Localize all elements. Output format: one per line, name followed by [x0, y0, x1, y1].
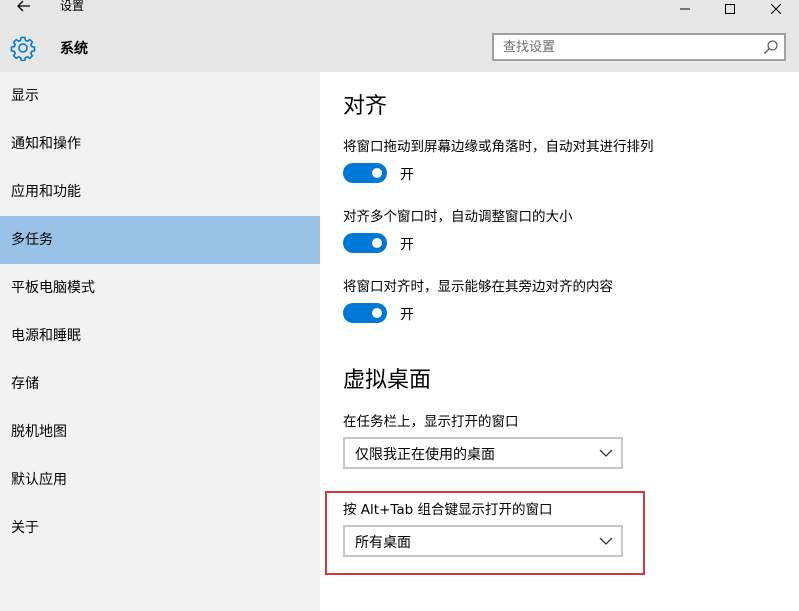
close-icon: [771, 3, 781, 14]
snap-setting-label: 将窗口拖动到屏幕边缘或角落时，自动对其进行排列: [343, 139, 654, 155]
chevron-down-icon: [599, 449, 613, 457]
sidebar-item-offline-maps[interactable]: 脱机地图: [0, 408, 320, 456]
sidebar-item-about[interactable]: 关于: [0, 504, 320, 552]
toggle-state-label: 开: [400, 237, 414, 253]
page-title: 系统: [60, 41, 88, 57]
snap-setting-label: 对齐多个窗口时，自动调整窗口的大小: [343, 209, 573, 225]
sidebar-item-default-apps[interactable]: 默认应用: [0, 456, 320, 504]
highlight-box: [325, 491, 645, 575]
taskbar-windows-dropdown[interactable]: 仅限我正在使用的桌面: [343, 437, 623, 469]
gear-icon: [10, 36, 36, 61]
minimize-icon: [680, 8, 690, 9]
search-icon[interactable]: [763, 39, 779, 55]
arrow-left-icon: [17, 0, 30, 12]
dropdown-value: 仅限我正在使用的桌面: [355, 447, 495, 463]
search-box[interactable]: [492, 33, 786, 61]
sidebar-item-notifications[interactable]: 通知和操作: [0, 120, 320, 168]
snap-arrange-toggle[interactable]: [343, 163, 387, 183]
snap-heading: 对齐: [343, 94, 388, 119]
snap-setting-label: 将窗口对齐时，显示能够在其旁边对齐的内容: [343, 279, 613, 295]
toggle-state-label: 开: [400, 307, 414, 323]
page-header: 系统: [0, 17, 799, 72]
snap-assist-toggle[interactable]: [343, 303, 387, 323]
maximize-icon: [725, 3, 735, 14]
maximize-button[interactable]: [707, 0, 753, 17]
sidebar: 显示 通知和操作 应用和功能 多任务 平板电脑模式 电源和睡眠 存储 脱机地图 …: [0, 72, 320, 611]
minimize-button[interactable]: [662, 0, 708, 17]
sidebar-item-display[interactable]: 显示: [0, 72, 320, 120]
close-button[interactable]: [753, 0, 799, 17]
window-title: 设置: [60, 0, 85, 13]
sidebar-item-apps[interactable]: 应用和功能: [0, 168, 320, 216]
search-input[interactable]: [494, 35, 765, 59]
sidebar-item-power-sleep[interactable]: 电源和睡眠: [0, 312, 320, 360]
snap-resize-toggle[interactable]: [343, 233, 387, 253]
back-button[interactable]: [10, 0, 38, 16]
sidebar-item-tablet-mode[interactable]: 平板电脑模式: [0, 264, 320, 312]
toggle-state-label: 开: [400, 167, 414, 183]
virtual-desktops-heading: 虚拟桌面: [343, 368, 432, 393]
taskbar-windows-label: 在任务栏上，显示打开的窗口: [343, 414, 519, 430]
sidebar-item-multitasking[interactable]: 多任务: [0, 216, 320, 264]
title-bar: 设置: [0, 0, 799, 17]
sidebar-item-storage[interactable]: 存储: [0, 360, 320, 408]
